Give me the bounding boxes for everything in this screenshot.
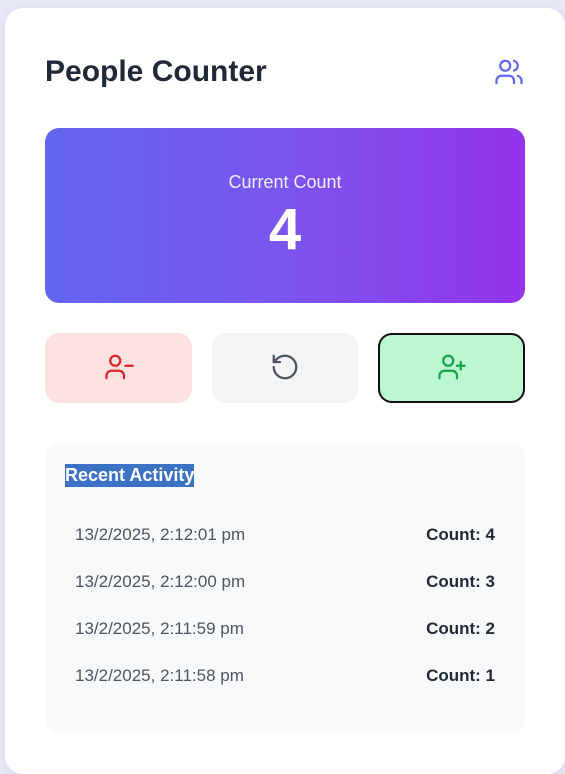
user-plus-icon bbox=[437, 352, 467, 385]
user-minus-icon bbox=[104, 352, 134, 385]
activity-time: 13/2/2025, 2:12:01 pm bbox=[75, 524, 246, 544]
reset-button[interactable] bbox=[212, 333, 358, 403]
activity-time: 13/2/2025, 2:11:59 pm bbox=[75, 618, 244, 638]
recent-activity-title: Recent Activity bbox=[65, 464, 195, 487]
users-icon bbox=[493, 56, 525, 88]
activity-count: Count: 1 bbox=[426, 665, 495, 685]
remove-person-button[interactable] bbox=[45, 333, 192, 403]
activity-time: 13/2/2025, 2:12:00 pm bbox=[75, 571, 246, 591]
activity-count: Count: 2 bbox=[426, 618, 495, 638]
activity-count: Count: 4 bbox=[426, 524, 495, 544]
activity-time: 13/2/2025, 2:11:58 pm bbox=[75, 665, 244, 685]
activity-row: 13/2/2025, 2:11:58 pm Count: 1 bbox=[75, 648, 495, 703]
header: People Counter bbox=[45, 52, 525, 92]
activity-count: Count: 3 bbox=[426, 571, 495, 591]
recent-activity-panel: Recent Activity 13/2/2025, 2:12:01 pm Co… bbox=[45, 443, 525, 733]
current-count-label: Current Count bbox=[228, 172, 342, 192]
action-buttons bbox=[45, 333, 525, 403]
current-count-panel: Current Count 4 bbox=[45, 128, 525, 303]
rotate-ccw-icon bbox=[270, 352, 300, 385]
current-count-value: 4 bbox=[268, 197, 302, 262]
add-person-button[interactable] bbox=[378, 333, 525, 403]
page-title: People Counter bbox=[45, 55, 267, 88]
activity-list: 13/2/2025, 2:12:01 pm Count: 4 13/2/2025… bbox=[75, 507, 495, 703]
counter-card: People Counter Current Count 4 Recent Ac… bbox=[5, 8, 565, 774]
